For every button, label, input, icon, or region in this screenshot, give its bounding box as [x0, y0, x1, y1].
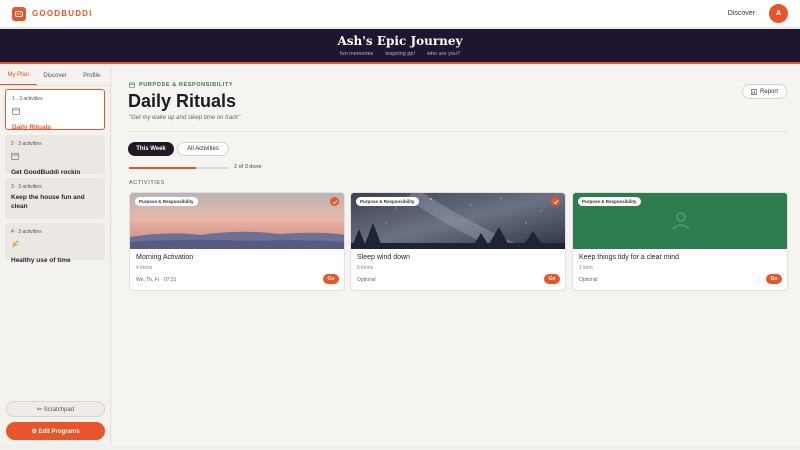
- logo-text[interactable]: GOODBUDDI: [32, 9, 93, 18]
- activities-section-label: ACTIVITIES: [129, 180, 165, 186]
- activity-title: Keep things tidy for a clear mind: [579, 254, 679, 261]
- activity-schedule: We, Th, Fr · 07:31: [136, 277, 177, 283]
- activity-item-count: 1 item: [579, 265, 593, 271]
- plan-title: Get GoodBuddi rockin: [11, 169, 81, 176]
- banner-title: Ash's Epic Journey: [337, 34, 463, 48]
- category-tag: Purpose & Responsibility: [578, 197, 641, 206]
- go-button[interactable]: Go: [544, 274, 560, 284]
- plan-card-healthy-use-of-time[interactable]: 4 · 3 activities Healthy use of time: [5, 223, 105, 264]
- top-nav: GOODBUDDI Discover A: [0, 0, 800, 28]
- check-icon: [330, 197, 339, 206]
- plan-meta: 3 · 3 activities: [11, 184, 42, 190]
- party-icon: [12, 240, 19, 248]
- calendar-icon: [11, 152, 19, 160]
- activity-item-count: 4 items: [136, 265, 153, 271]
- plan-meta: 2 · 3 activities: [11, 141, 42, 147]
- edit-programs-button[interactable]: ⚙ Edit Programs: [6, 422, 105, 440]
- banner-link-who-are-you[interactable]: who are you?: [427, 51, 460, 57]
- calendar-icon: [12, 107, 20, 115]
- category-tag: Purpose & Responsibility: [356, 197, 419, 206]
- activity-item-count: 6 items: [357, 265, 374, 271]
- banner-link-inspiring[interactable]: inspiring pp!: [385, 51, 415, 57]
- check-icon: [551, 197, 560, 206]
- activity-optional-label: Optional: [579, 277, 598, 283]
- tab-my-plan[interactable]: My Plan: [0, 66, 37, 85]
- filter-all-activities[interactable]: All Activities: [177, 142, 229, 156]
- page-title: Daily Rituals: [128, 91, 237, 111]
- go-button[interactable]: Go: [323, 274, 339, 284]
- banner-links: fun memories inspiring pp! who are you?: [0, 51, 800, 57]
- tab-discover[interactable]: Discover: [37, 66, 74, 85]
- activity-title: Morning Activation: [136, 254, 194, 261]
- category-tag: Purpose & Responsibility: [135, 197, 198, 206]
- progress-bar: [129, 167, 229, 169]
- plan-card-get-goodbuddi-rockin[interactable]: 2 · 3 activities Get GoodBuddi rockin: [5, 135, 105, 176]
- tab-profile[interactable]: Profile: [73, 66, 110, 85]
- chart-icon: [751, 88, 757, 95]
- filter-this-week[interactable]: This Week: [128, 142, 174, 156]
- activity-card-keep-things-tidy[interactable]: Purpose & Responsibility Keep things tid…: [572, 192, 788, 291]
- plan-title: Daily Rituals: [12, 124, 52, 131]
- logo-icon[interactable]: [12, 6, 26, 21]
- progress-fill: [129, 167, 196, 169]
- plan-card-keep-house-clean[interactable]: 3 · 3 activities Keep the house fun and …: [5, 178, 105, 219]
- kicker-text: PURPOSE & RESPONSIBILITY: [139, 82, 234, 88]
- activity-title: Sleep wind down: [357, 254, 410, 261]
- plan-meta: 1 · 3 activities: [12, 96, 43, 102]
- main-content: PURPOSE & RESPONSIBILITY Daily Rituals "…: [112, 66, 800, 445]
- sidebar: My Plan Discover Profile 1 · 3 activitie…: [0, 66, 111, 445]
- page-subtitle: "Get my wake up and sleep time on track": [129, 115, 241, 121]
- plan-title: Healthy use of time: [11, 257, 71, 264]
- category-kicker: PURPOSE & RESPONSIBILITY: [129, 82, 233, 88]
- avatar[interactable]: A: [769, 4, 788, 23]
- banner-link-fun-memories[interactable]: fun memories: [340, 51, 373, 57]
- activity-card-morning-activation[interactable]: Purpose & Responsibility Morning Activat…: [129, 192, 345, 291]
- report-button[interactable]: Report: [742, 84, 787, 99]
- sidebar-tabs: My Plan Discover Profile: [0, 66, 110, 86]
- report-label: Report: [759, 88, 778, 95]
- plan-card-daily-rituals[interactable]: 1 · 3 activities Daily Rituals: [5, 89, 105, 131]
- go-button[interactable]: Go: [766, 274, 782, 284]
- header-divider: [128, 131, 788, 132]
- journey-banner: Ash's Epic Journey fun memories inspirin…: [0, 29, 800, 64]
- progress-text: 2 of 3 done: [234, 164, 262, 170]
- calendar-icon: [129, 82, 135, 88]
- scratchpad-button[interactable]: ✏ Scratchpad: [6, 401, 105, 417]
- plan-title: Keep the house fun and clean: [11, 194, 85, 210]
- nav-discover-link[interactable]: Discover: [728, 10, 755, 17]
- plan-meta: 4 · 3 activities: [11, 229, 42, 235]
- activity-optional-label: Optional: [357, 277, 376, 283]
- activity-card-sleep-wind-down[interactable]: Purpose & Responsibility Sleep wind down…: [350, 192, 566, 291]
